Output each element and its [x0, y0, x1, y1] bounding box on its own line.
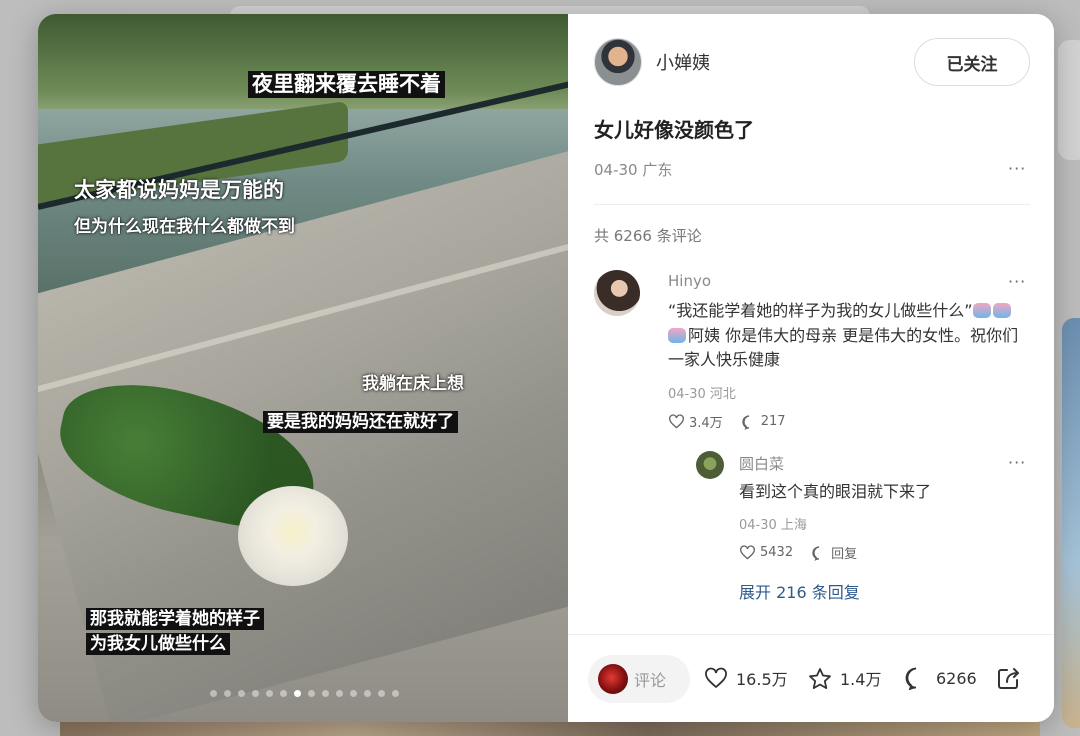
carousel-dot[interactable]: [322, 690, 329, 697]
crying-emoji-icon: [992, 303, 1011, 318]
reply-author-name[interactable]: 圆白菜: [739, 453, 784, 474]
chat-bubble-icon: [742, 414, 749, 430]
note-detail-modal: 夜里翻来覆去睡不着 太家都说妈妈是万能的 但为什么现在我什么都做不到 我躺在床上…: [38, 14, 1054, 722]
share-button[interactable]: [996, 665, 1022, 695]
my-avatar: [598, 664, 628, 694]
engagement-bar: 评论 16.5万 1.4万 6266: [568, 634, 1054, 722]
comment-text-line: 阿姨 你是伟大的母亲 更是伟大的女性。祝你们: [688, 325, 1019, 345]
star-icon: [809, 667, 831, 689]
reply-like-button[interactable]: 5432: [739, 545, 793, 560]
more-options-icon[interactable]: ···: [1008, 159, 1026, 178]
image-caption: 太家都说妈妈是万能的: [74, 178, 284, 202]
comment-text-line: “我还能学着她的样子为我的女儿做些什么”: [668, 301, 973, 320]
like-count: 16.5万: [736, 670, 788, 689]
collect-button[interactable]: 1.4万: [808, 666, 881, 690]
carousel-dot[interactable]: [308, 690, 315, 697]
expand-replies-link[interactable]: 展开 216 条回复: [739, 579, 860, 603]
carousel-dot[interactable]: [364, 690, 371, 697]
commenter-name[interactable]: Hinyo: [668, 272, 711, 290]
background-card-strip: [60, 720, 1040, 736]
image-flower: [238, 486, 348, 586]
follow-button[interactable]: 已关注: [914, 38, 1030, 86]
image-caption: 为我女儿做些什么: [86, 633, 230, 656]
reply-actions: 5432 回复: [739, 543, 857, 562]
carousel-dot[interactable]: [392, 690, 399, 697]
crying-emoji-icon: [668, 327, 686, 343]
comment-like-button[interactable]: 3.4万: [668, 412, 723, 431]
chat-bubble-icon: [905, 667, 917, 690]
collect-count: 1.4万: [840, 670, 882, 689]
background-card-image[interactable]: [1062, 318, 1080, 728]
comment-like-count: 3.4万: [689, 416, 723, 431]
commenter-avatar[interactable]: [594, 270, 640, 316]
heart-icon: [705, 667, 727, 689]
comment-input-placeholder: 评论: [634, 671, 667, 690]
comment-text-line: 一家人快乐健康: [668, 350, 781, 369]
comment-total-count: 6266: [936, 668, 977, 688]
comment-date-location: 04-30 河北: [668, 387, 736, 402]
chat-bubble-icon: [812, 545, 820, 561]
share-icon: [998, 668, 1019, 689]
image-caption: 但为什么现在我什么都做不到: [74, 217, 295, 237]
like-button[interactable]: 16.5万: [704, 666, 788, 690]
note-side-panel: 小婵姨 已关注 女儿好像没颜色了 04-30 广东 ··· 共 6266 条评论…: [568, 14, 1054, 722]
author-avatar[interactable]: [594, 38, 642, 86]
carousel-dot[interactable]: [378, 690, 385, 697]
post-date-location: 04-30 广东: [594, 161, 673, 179]
carousel-dot[interactable]: [238, 690, 245, 697]
reply-label: 回复: [831, 547, 858, 562]
crying-emoji-icon: [972, 303, 991, 318]
heart-icon: [669, 414, 684, 429]
comment-more-icon[interactable]: ···: [1008, 272, 1026, 291]
reply-text: 看到这个真的眼泪就下来了: [739, 482, 932, 501]
carousel-dot[interactable]: [294, 690, 301, 697]
carousel-dot[interactable]: [336, 690, 343, 697]
comment-actions: 3.4万 217: [668, 412, 786, 431]
carousel-dot[interactable]: [252, 690, 259, 697]
reply-more-icon[interactable]: ···: [1008, 453, 1026, 472]
image-caption: 夜里翻来覆去睡不着: [248, 71, 445, 99]
comment-input[interactable]: 评论: [588, 655, 690, 703]
carousel-indicator[interactable]: [210, 690, 399, 697]
comment-reply-count: 217: [760, 414, 786, 429]
heart-icon: [740, 545, 755, 560]
comment-reply-button[interactable]: 217: [741, 414, 786, 430]
comment-count: 共 6266 条评论: [594, 227, 702, 245]
divider: [594, 204, 1030, 205]
image-caption: 那我就能学着她的样子: [86, 608, 264, 631]
carousel-dot[interactable]: [210, 690, 217, 697]
image-caption: 要是我的妈妈还在就好了: [263, 411, 458, 434]
author-name[interactable]: 小婵姨: [656, 49, 710, 75]
reply-avatar[interactable]: [696, 451, 724, 479]
reply-reply-button[interactable]: 回复: [811, 543, 857, 562]
comment-button[interactable]: 6266: [904, 666, 977, 690]
post-title: 女儿好像没颜色了: [594, 118, 754, 142]
reply-date-location: 04-30 上海: [739, 518, 807, 533]
carousel-dot[interactable]: [266, 690, 273, 697]
post-image[interactable]: 夜里翻来覆去睡不着 太家都说妈妈是万能的 但为什么现在我什么都做不到 我躺在床上…: [38, 14, 568, 722]
image-caption: 我躺在床上想: [362, 374, 464, 394]
carousel-dot[interactable]: [224, 690, 231, 697]
carousel-dot[interactable]: [280, 690, 287, 697]
carousel-dot[interactable]: [350, 690, 357, 697]
reply-like-count: 5432: [760, 545, 794, 560]
background-card: [1058, 40, 1080, 160]
comment-text: “我还能学着她的样子为我的女儿做些什么” 阿姨 你是伟大的母亲 更是伟大的女性。…: [668, 299, 1048, 373]
author-info[interactable]: 小婵姨: [594, 38, 710, 86]
